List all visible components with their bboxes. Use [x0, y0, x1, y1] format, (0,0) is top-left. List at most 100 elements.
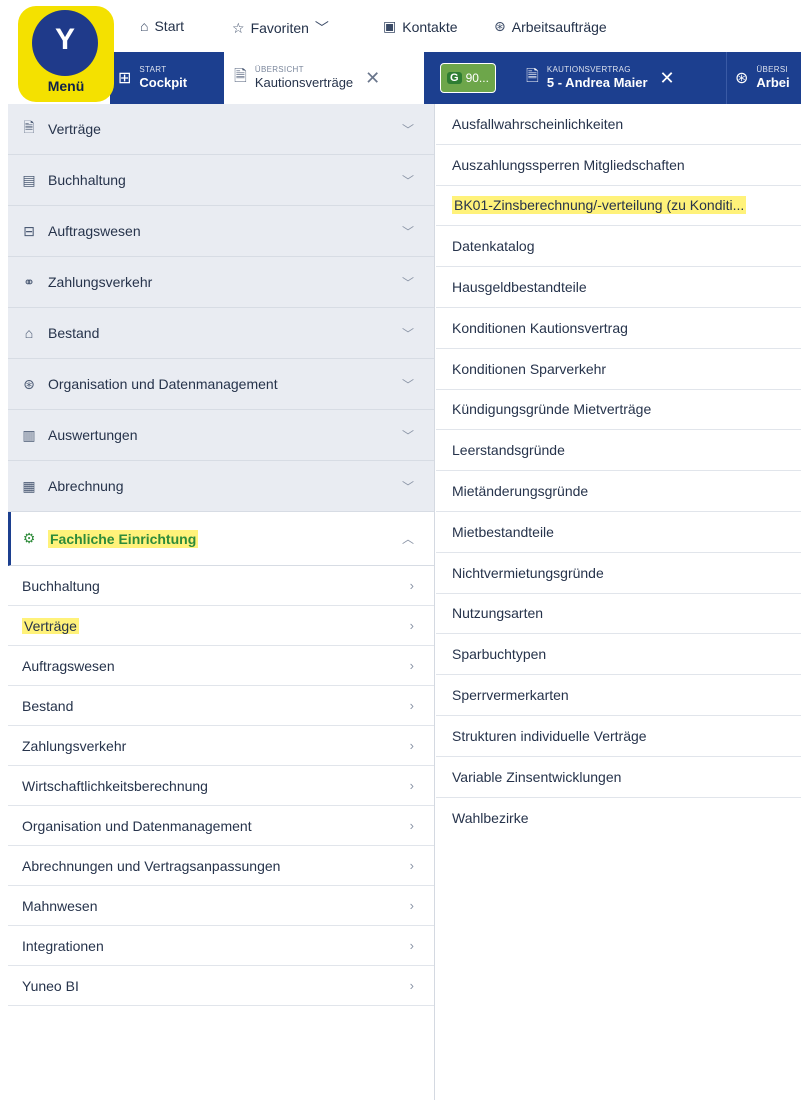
accordion-label: Abrechnung — [48, 478, 124, 494]
chevron-right-icon: › — [409, 738, 414, 753]
sub-item-label: Mahnwesen — [22, 897, 98, 914]
list-item[interactable]: Strukturen individuelle Verträge — [436, 716, 801, 757]
navigation-menu: 🗎 Verträge ﹀ ▤ Buchhaltung ﹀ ⊟ Auftragsw… — [8, 104, 435, 1100]
chevron-right-icon: › — [409, 978, 414, 993]
list-item[interactable]: Datenkatalog — [436, 226, 801, 268]
list-item[interactable]: Mietänderungsgründe — [436, 471, 801, 512]
accordion-auftragswesen[interactable]: ⊟ Auftragswesen ﹀ — [8, 206, 434, 257]
list-item-label: BK01-Zinsberechnung/-verteilung (zu Kond… — [452, 196, 747, 215]
tab-cockpit-small: START — [139, 65, 167, 74]
list-item[interactable]: Auszahlungssperren Mitgliedschaften — [436, 145, 801, 186]
accordion-zahlungsverkehr[interactable]: ⚭ Zahlungsverkehr ﹀ — [8, 257, 434, 308]
chevron-down-icon: ﹀ — [401, 275, 414, 290]
menu-button[interactable]: Y Menü — [18, 6, 114, 102]
list-item[interactable]: Konditionen Kautionsvertrag — [436, 308, 801, 349]
accordion-label: Auftragswesen — [48, 223, 141, 239]
list-item-label: Konditionen Kautionsvertrag — [452, 319, 628, 336]
sub-item-label: Organisation und Datenmanagement — [22, 817, 252, 834]
list-item[interactable]: Hausgeldbestandteile — [436, 267, 801, 308]
document-icon: 🗎 — [234, 67, 247, 85]
nav-start[interactable]: ⌂ Start — [140, 18, 184, 34]
tab-arbeit[interactable]: ⊛ ÜBERSI Arbei — [726, 52, 801, 104]
list-item-label: Nichtvermietungsgründe — [452, 564, 604, 581]
accordion-label: Verträge — [48, 121, 101, 137]
sub-item-wirtschaftlichkeitsberechnung[interactable]: Wirtschaftlichkeitsberechnung › — [8, 766, 434, 806]
tasks-icon: ⊛ — [494, 18, 506, 34]
accordion-buchhaltung[interactable]: ▤ Buchhaltung ﹀ — [8, 155, 434, 206]
chart-icon: ▥ — [22, 426, 36, 443]
accordion-abrechnung[interactable]: ▦ Abrechnung ﹀ — [8, 461, 434, 512]
accordion-auswertungen[interactable]: ▥ Auswertungen ﹀ — [8, 410, 434, 461]
close-icon[interactable]: ✕ — [660, 68, 675, 89]
tab-badge[interactable]: G 90... — [440, 52, 520, 104]
accordion-label: Zahlungsverkehr — [48, 274, 153, 290]
sub-item-vertraege[interactable]: Verträge › — [8, 606, 434, 646]
tab-kautionsvertrag-label: 5 - Andrea Maier — [546, 75, 648, 90]
tab-kautionsvertraege-label: Kautionsverträge — [254, 75, 354, 90]
chevron-down-icon: ﹀ — [401, 428, 414, 443]
nav-kontakte[interactable]: ▣ Kontakte — [383, 18, 458, 35]
nav-favoriten[interactable]: ☆ Favoriten ﹀ — [232, 18, 329, 38]
chevron-right-icon: › — [409, 778, 414, 793]
accordion-label: Organisation und Datenmanagement — [48, 376, 278, 392]
sub-item-organisation[interactable]: Organisation und Datenmanagement › — [8, 806, 434, 846]
sub-item-buchhaltung[interactable]: Buchhaltung › — [8, 566, 434, 606]
list-item[interactable]: Nichtvermietungsgründe — [436, 553, 801, 594]
list-item-label: Leerstandsgründe — [452, 442, 565, 459]
tab-kautionsvertraege-small: ÜBERSICHT — [254, 65, 304, 74]
list-item[interactable]: Sperrvermerkarten — [436, 675, 801, 716]
sub-item-label: Yuneo BI — [22, 977, 79, 994]
contract-icon: 🗎 — [23, 119, 35, 135]
dashboard-icon: ⊞ — [118, 70, 132, 87]
status-badge[interactable]: G 90... — [440, 63, 496, 93]
sub-item-yuneo-bi[interactable]: Yuneo BI › — [8, 966, 434, 1006]
chevron-right-icon: › — [409, 618, 414, 633]
list-item[interactable]: Kündigungsgründe Mietverträge — [436, 390, 801, 431]
accordion-organisation[interactable]: ⊛ Organisation und Datenmanagement ﹀ — [8, 359, 434, 410]
close-icon[interactable]: ✕ — [365, 68, 380, 89]
chevron-right-icon: › — [409, 698, 414, 713]
sub-item-integrationen[interactable]: Integrationen › — [8, 926, 434, 966]
sub-item-label: Wirtschaftlichkeitsberechnung — [22, 777, 208, 794]
list-item[interactable]: Variable Zinsentwicklungen — [436, 757, 801, 798]
accordion-fachliche-einrichtung[interactable]: ⚙ Fachliche Einrichtung ︿ — [8, 512, 434, 566]
sub-item-mahnwesen[interactable]: Mahnwesen › — [8, 886, 434, 926]
list-item-label: Wahlbezirke — [452, 809, 529, 826]
list-item[interactable]: Leerstandsgründe — [436, 430, 801, 472]
list-item[interactable]: Konditionen Sparverkehr — [436, 349, 801, 390]
contacts-icon: ▣ — [383, 18, 397, 34]
accordion-label: Buchhaltung — [48, 172, 126, 188]
list-item-label: Kündigungsgründe Mietverträge — [452, 401, 652, 418]
list-item-label: Hausgeldbestandteile — [452, 279, 587, 296]
chevron-right-icon: › — [409, 578, 414, 593]
nav-arbeitsauftraege[interactable]: ⊛ Arbeitsaufträge — [494, 18, 607, 35]
sub-item-zahlungsverkehr[interactable]: Zahlungsverkehr › — [8, 726, 434, 766]
list-item-label: Variable Zinsentwicklungen — [452, 768, 622, 785]
tab-strip: ⊞ START Cockpit 🗎 ÜBERSICHT Kautionsvert… — [110, 52, 801, 104]
list-item-label: Mietänderungsgründe — [452, 483, 589, 500]
chevron-right-icon: › — [409, 938, 414, 953]
list-item-label: Nutzungsarten — [452, 605, 544, 622]
list-item[interactable]: BK01-Zinsberechnung/-verteilung (zu Kond… — [436, 186, 801, 227]
tab-arbeit-small: ÜBERSI — [756, 65, 788, 74]
tab-cockpit[interactable]: ⊞ START Cockpit — [118, 52, 220, 104]
sub-item-label: Abrechnungen und Vertragsanpassungen — [22, 857, 281, 874]
tab-arbeit-label: Arbei — [756, 75, 790, 90]
document-icon: 🗎 — [526, 67, 539, 85]
list-item[interactable]: Wahlbezirke — [436, 798, 801, 839]
accordion-bestand[interactable]: ⌂ Bestand ﹀ — [8, 308, 434, 359]
list-item[interactable]: Ausfallwahrscheinlichkeiten — [436, 104, 801, 145]
tab-kautionsvertraege[interactable]: 🗎 ÜBERSICHT Kautionsverträge ✕ — [224, 52, 424, 104]
tab-kautionsvertrag[interactable]: 🗎 KAUTIONSVERTRAG 5 - Andrea Maier ✕ — [526, 52, 716, 104]
sub-item-label: Auftragswesen — [22, 657, 115, 674]
sub-item-bestand[interactable]: Bestand › — [8, 686, 434, 726]
list-item[interactable]: Sparbuchtypen — [436, 634, 801, 676]
list-item-label: Sperrvermerkarten — [452, 687, 569, 704]
accordion-vertraege[interactable]: 🗎 Verträge ﹀ — [8, 104, 434, 155]
sub-item-auftragswesen[interactable]: Auftragswesen › — [8, 646, 434, 686]
sub-item-abrechnungen[interactable]: Abrechnungen und Vertragsanpassungen › — [8, 846, 434, 886]
nav-start-label: Start — [154, 18, 185, 34]
list-item[interactable]: Nutzungsarten — [436, 594, 801, 635]
list-item[interactable]: Mietbestandteile — [436, 512, 801, 553]
accordion-label: Fachliche Einrichtung — [48, 529, 199, 548]
